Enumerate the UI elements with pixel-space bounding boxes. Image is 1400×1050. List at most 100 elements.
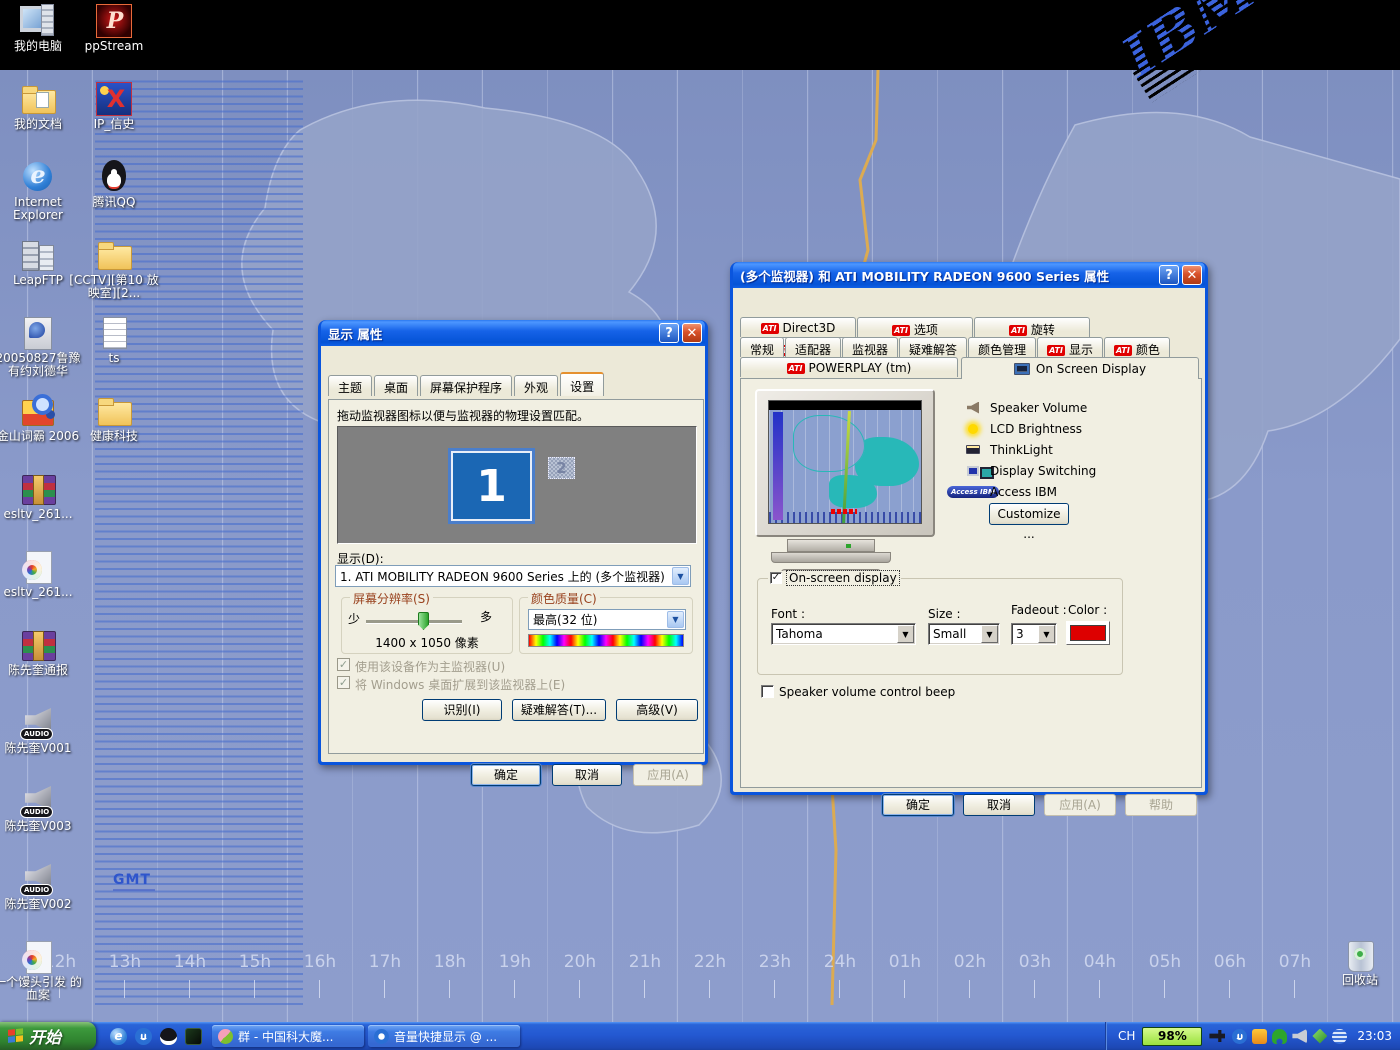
desktop-icon[interactable]: P: [96, 4, 132, 38]
tab[interactable]: 常规: [740, 337, 784, 357]
font-select[interactable]: Tahoma ▼: [771, 623, 916, 645]
checkbox-check-icon[interactable]: ✓: [337, 676, 350, 689]
tab[interactable]: 屏幕保护程序: [420, 375, 512, 396]
tab[interactable]: 外观: [514, 375, 558, 396]
cancel-button[interactable]: 取消: [963, 794, 1035, 816]
ok-button[interactable]: 确定: [471, 764, 541, 786]
speaker-beep-checkbox[interactable]: Speaker volume control beep: [761, 685, 955, 699]
troubleshoot-button[interactable]: 疑难解答(T)...: [512, 699, 606, 721]
tab[interactable]: 设置: [560, 372, 604, 396]
desktop-icon-label[interactable]: 一个馒头引发 的血案: [0, 976, 84, 1002]
monitor-arrangement-area[interactable]: 1 2: [337, 426, 697, 544]
resolution-slider-track[interactable]: [366, 620, 462, 623]
color-quality-select[interactable]: 最高(32 位) ▼: [528, 609, 686, 630]
desktop-icon[interactable]: [20, 316, 56, 350]
desktop-icon-label[interactable]: 陈先奎V001: [0, 742, 84, 755]
desktop-icon[interactable]: e: [20, 160, 56, 194]
tab-on-screen-display[interactable]: On Screen Display: [961, 357, 1199, 379]
tab[interactable]: ATI选项: [857, 317, 973, 337]
desktop-icon-label[interactable]: ts: [68, 352, 160, 365]
chevron-down-icon[interactable]: ▼: [672, 567, 689, 585]
display-adapter-select[interactable]: 1. ATI MOBILITY RADEON 9600 Series 上的 (多…: [335, 565, 691, 587]
help-button[interactable]: 帮助: [1125, 794, 1197, 816]
desktop-icon-label[interactable]: 陈先奎通报: [0, 664, 84, 677]
ati-properties-titlebar[interactable]: (多个监视器) 和 ATI MOBILITY RADEON 9600 Serie…: [733, 262, 1205, 288]
tray-icon[interactable]: [1332, 1029, 1347, 1044]
tab[interactable]: 主题: [328, 375, 372, 396]
desktop-icon[interactable]: [20, 82, 56, 116]
desktop-icon[interactable]: [20, 940, 56, 974]
desktop-icon-label[interactable]: 陈先奎V002: [0, 898, 84, 911]
cancel-button[interactable]: 取消: [552, 764, 622, 786]
quick-launch-icon[interactable]: [185, 1028, 202, 1045]
quick-launch-icon[interactable]: [160, 1028, 177, 1045]
customize-button[interactable]: Customize ...: [989, 503, 1069, 525]
desktop-icon[interactable]: [20, 394, 56, 428]
tray-icon[interactable]: [1312, 1029, 1327, 1044]
desktop-icon-label[interactable]: IP_信史: [68, 118, 160, 131]
desktop-icon[interactable]: [96, 394, 132, 428]
fadeout-select[interactable]: 3 ▼: [1011, 623, 1057, 645]
desktop-icon[interactable]: AUDIO: [20, 706, 56, 740]
tab[interactable]: 桌面: [374, 375, 418, 396]
tab[interactable]: ATI显示: [1037, 337, 1103, 357]
task-button[interactable]: 群 - 中国科大魔...: [212, 1025, 364, 1047]
desktop-icon[interactable]: [20, 628, 56, 662]
quick-launch-icon[interactable]: m: [135, 1028, 152, 1045]
checkbox-check-icon[interactable]: ✓: [337, 658, 350, 671]
extend-desktop-checkbox[interactable]: ✓ 将 Windows 桌面扩展到该监视器上(E): [337, 676, 565, 693]
checkbox-box[interactable]: [761, 685, 774, 698]
battery-indicator[interactable]: 98%: [1142, 1027, 1202, 1046]
monitor-2[interactable]: 2: [548, 457, 575, 479]
resolution-slider-thumb[interactable]: [418, 612, 429, 630]
tab[interactable]: 适配器: [785, 337, 841, 357]
chevron-down-icon[interactable]: ▼: [897, 625, 914, 643]
advanced-button[interactable]: 高级(V): [616, 699, 698, 721]
tab[interactable]: 监视器: [842, 337, 898, 357]
desktop-icon-label[interactable]: ppStream: [68, 40, 160, 53]
tab[interactable]: ATI颜色: [1104, 337, 1170, 357]
close-icon[interactable]: ✕: [682, 323, 702, 343]
desktop-icon-label[interactable]: 腾讯QQ: [68, 196, 160, 209]
quick-launch-icon[interactable]: e: [110, 1028, 127, 1045]
tray-icon[interactable]: m: [1232, 1029, 1247, 1044]
monitor-1[interactable]: 1: [448, 448, 535, 524]
display-properties-titlebar[interactable]: 显示 属性 ? ✕: [321, 320, 705, 346]
checkbox-check-icon[interactable]: ✓: [770, 572, 782, 584]
desktop-icon-label[interactable]: 健康科技: [68, 430, 160, 443]
close-icon[interactable]: ✕: [1182, 265, 1202, 285]
desktop-icon[interactable]: [96, 238, 132, 272]
task-button[interactable]: 音量快捷显示 @ ...: [368, 1025, 520, 1047]
identify-button[interactable]: 识别(I): [422, 699, 502, 721]
desktop-icon-label[interactable]: [CCTV][第10 放映室][2...: [68, 274, 160, 300]
apply-button[interactable]: 应用(A): [633, 764, 703, 786]
desktop-icon[interactable]: [96, 316, 132, 350]
recycle-bin-icon[interactable]: [1342, 938, 1378, 972]
tray-icon[interactable]: [1272, 1029, 1287, 1044]
tab[interactable]: ATI旋转: [974, 317, 1090, 337]
tray-icon[interactable]: [1292, 1029, 1307, 1044]
desktop-icon[interactable]: X: [96, 82, 132, 116]
osd-color-swatch[interactable]: [1066, 621, 1110, 645]
size-select[interactable]: Small ▼: [928, 623, 1000, 645]
desktop-icon-label[interactable]: esltv_261...: [0, 508, 84, 521]
ok-button[interactable]: 确定: [882, 794, 954, 816]
language-indicator[interactable]: CH: [1118, 1029, 1135, 1043]
desktop-icon[interactable]: [20, 238, 56, 272]
chevron-down-icon[interactable]: ▼: [1038, 625, 1055, 643]
recycle-bin[interactable]: 回收站: [1322, 938, 1398, 987]
chevron-down-icon[interactable]: ▼: [667, 611, 684, 628]
desktop-icon[interactable]: [96, 160, 132, 194]
desktop-icon[interactable]: [20, 4, 56, 38]
desktop-icon-label[interactable]: 陈先奎V003: [0, 820, 84, 833]
chevron-down-icon[interactable]: ▼: [981, 625, 998, 643]
tab[interactable]: 疑难解答: [899, 337, 967, 357]
recycle-bin-label[interactable]: 回收站: [1314, 974, 1400, 987]
desktop-icon[interactable]: [20, 550, 56, 584]
tab[interactable]: 颜色管理: [968, 337, 1036, 357]
desktop-icon[interactable]: [20, 472, 56, 506]
tab[interactable]: ATIPOWERPLAY (tm): [740, 357, 958, 377]
tray-icon[interactable]: [1252, 1029, 1267, 1044]
apply-button[interactable]: 应用(A): [1044, 794, 1116, 816]
desktop-icon-label[interactable]: esltv_261...: [0, 586, 84, 599]
